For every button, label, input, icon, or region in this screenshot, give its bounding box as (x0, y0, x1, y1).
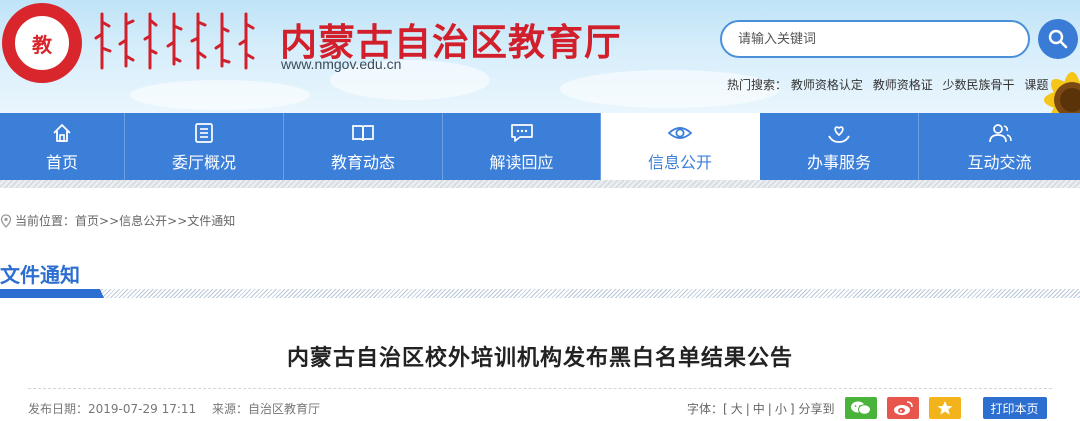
source-label: 来源： (211, 402, 248, 416)
nav-item-info-disclosure[interactable]: 信息公开 (601, 113, 760, 180)
home-icon (53, 123, 71, 142)
breadcrumb-prefix: 当前位置： (15, 214, 76, 228)
article-title: 内蒙古自治区校外培训机构发布黑白名单结果公告 (286, 346, 793, 371)
chat-icon (510, 123, 533, 142)
book-icon (352, 124, 374, 141)
search-input[interactable] (738, 22, 1008, 56)
font-size-medium[interactable]: 中 (753, 402, 765, 416)
meta-divider (28, 388, 1052, 389)
list-icon (195, 122, 213, 143)
publish-date: 2019-07-29 17:11 (88, 402, 197, 416)
nav-item-services[interactable]: 办事服务 (760, 113, 919, 180)
section-title: 文件通知 (0, 263, 80, 287)
font-size-label: 字体： (687, 401, 724, 416)
breadcrumb-link-info[interactable]: 信息公开 (119, 212, 167, 229)
weibo-icon (893, 401, 913, 415)
nav-divider (0, 180, 1080, 188)
site-url[interactable]: www.nmgov.edu.cn (281, 56, 401, 72)
article-toolbar: 字体：[大 | 中 | 小] 分享到 打印本页 (687, 397, 1047, 419)
font-size-small[interactable]: 小 (775, 402, 787, 416)
nav-item-news[interactable]: 教育动态 (284, 113, 443, 180)
nav-item-overview[interactable]: 委厅概况 (125, 113, 284, 180)
share-wechat-button[interactable] (844, 397, 877, 419)
main-nav: 首页 委厅概况 教育动态 解读回应 信息公开 办事服务 互动交流 (0, 113, 1080, 180)
wechat-icon (850, 401, 871, 415)
hands-icon (828, 125, 850, 143)
print-button[interactable]: 打印本页 (982, 397, 1047, 419)
source-value: 自治区教育厅 (248, 402, 321, 416)
hot-search-label: 热门搜索： (727, 78, 788, 92)
share-qzone-button[interactable] (928, 397, 961, 419)
sunflower-decoration (1044, 72, 1080, 113)
breadcrumb-link-home[interactable]: 首页 (75, 212, 99, 229)
section-tab-accent (0, 289, 104, 298)
nav-item-interaction[interactable]: 互动交流 (919, 113, 1080, 180)
department-logo[interactable]: 教 (2, 3, 82, 83)
search-box (720, 20, 1030, 58)
hot-search-link[interactable]: 教师资格认定 (791, 78, 863, 92)
breadcrumb-link-notices[interactable]: 文件通知 (187, 212, 235, 229)
site-header: 教 内蒙古自治区教育厅 www.nmgov.edu.cn 热门搜索： 教师资格认… (0, 0, 1080, 113)
cloud-decoration (130, 80, 310, 110)
share-label: 分享到 (798, 401, 835, 416)
share-weibo-button[interactable] (886, 397, 919, 419)
location-pin-icon (0, 213, 12, 228)
article-meta: 发布日期：2019-07-29 17:11 来源：自治区教育厅 (28, 400, 320, 417)
font-size-large[interactable]: 大 (731, 402, 743, 416)
section-divider (0, 289, 1080, 298)
nav-item-interpretation[interactable]: 解读回应 (443, 113, 601, 180)
mongolian-script-title (94, 12, 255, 70)
qzone-icon (936, 401, 953, 415)
breadcrumb-separator: >> (167, 213, 188, 228)
hot-search-link[interactable]: 教师资格证 (873, 78, 933, 92)
hot-search-link[interactable]: 少数民族骨干 (943, 78, 1015, 92)
publish-date-label: 发布日期： (28, 402, 89, 416)
breadcrumb-separator: >> (99, 213, 120, 228)
eye-icon (667, 126, 693, 139)
breadcrumb: 当前位置： 首页 >> 信息公开 >> 文件通知 (0, 212, 235, 229)
nav-item-home[interactable]: 首页 (0, 113, 125, 180)
hot-search-bar: 热门搜索： 教师资格认定 教师资格证 少数民族骨干 课题 (727, 76, 1054, 93)
users-icon (988, 123, 1012, 142)
font-size-control: 字体：[大 | 中 | 小] (687, 401, 795, 416)
